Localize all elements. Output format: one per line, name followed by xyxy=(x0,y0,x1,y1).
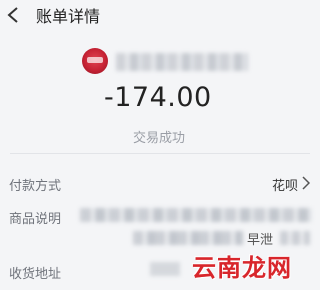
page-title: 账单详情 xyxy=(36,7,101,26)
address-label: 收货地址 xyxy=(9,267,62,282)
transaction-status: 交易成功 xyxy=(133,131,186,146)
merchant-avatar xyxy=(82,48,108,74)
description-redacted-line-1 xyxy=(80,208,312,222)
site-watermark: 云南龙网 xyxy=(192,254,292,282)
transaction-amount: -174.00 xyxy=(104,82,212,113)
address-redacted xyxy=(150,262,180,276)
merchant-name-redacted xyxy=(116,53,248,71)
merchant-logo-mark xyxy=(87,57,103,63)
description-label: 商品说明 xyxy=(9,212,62,227)
chevron-right-icon[interactable] xyxy=(302,176,310,190)
payment-method-value[interactable]: 花呗 xyxy=(272,175,298,194)
description-redacted-line-2 xyxy=(133,231,243,245)
description-redacted-line-3 xyxy=(280,231,310,245)
payment-method-label: 付款方式 xyxy=(9,179,62,194)
top-nav-bar: 账单详情 xyxy=(0,0,320,30)
back-arrow-icon[interactable] xyxy=(6,7,20,23)
section-divider xyxy=(10,153,310,154)
description-visible-text: 早泄 xyxy=(247,233,274,248)
